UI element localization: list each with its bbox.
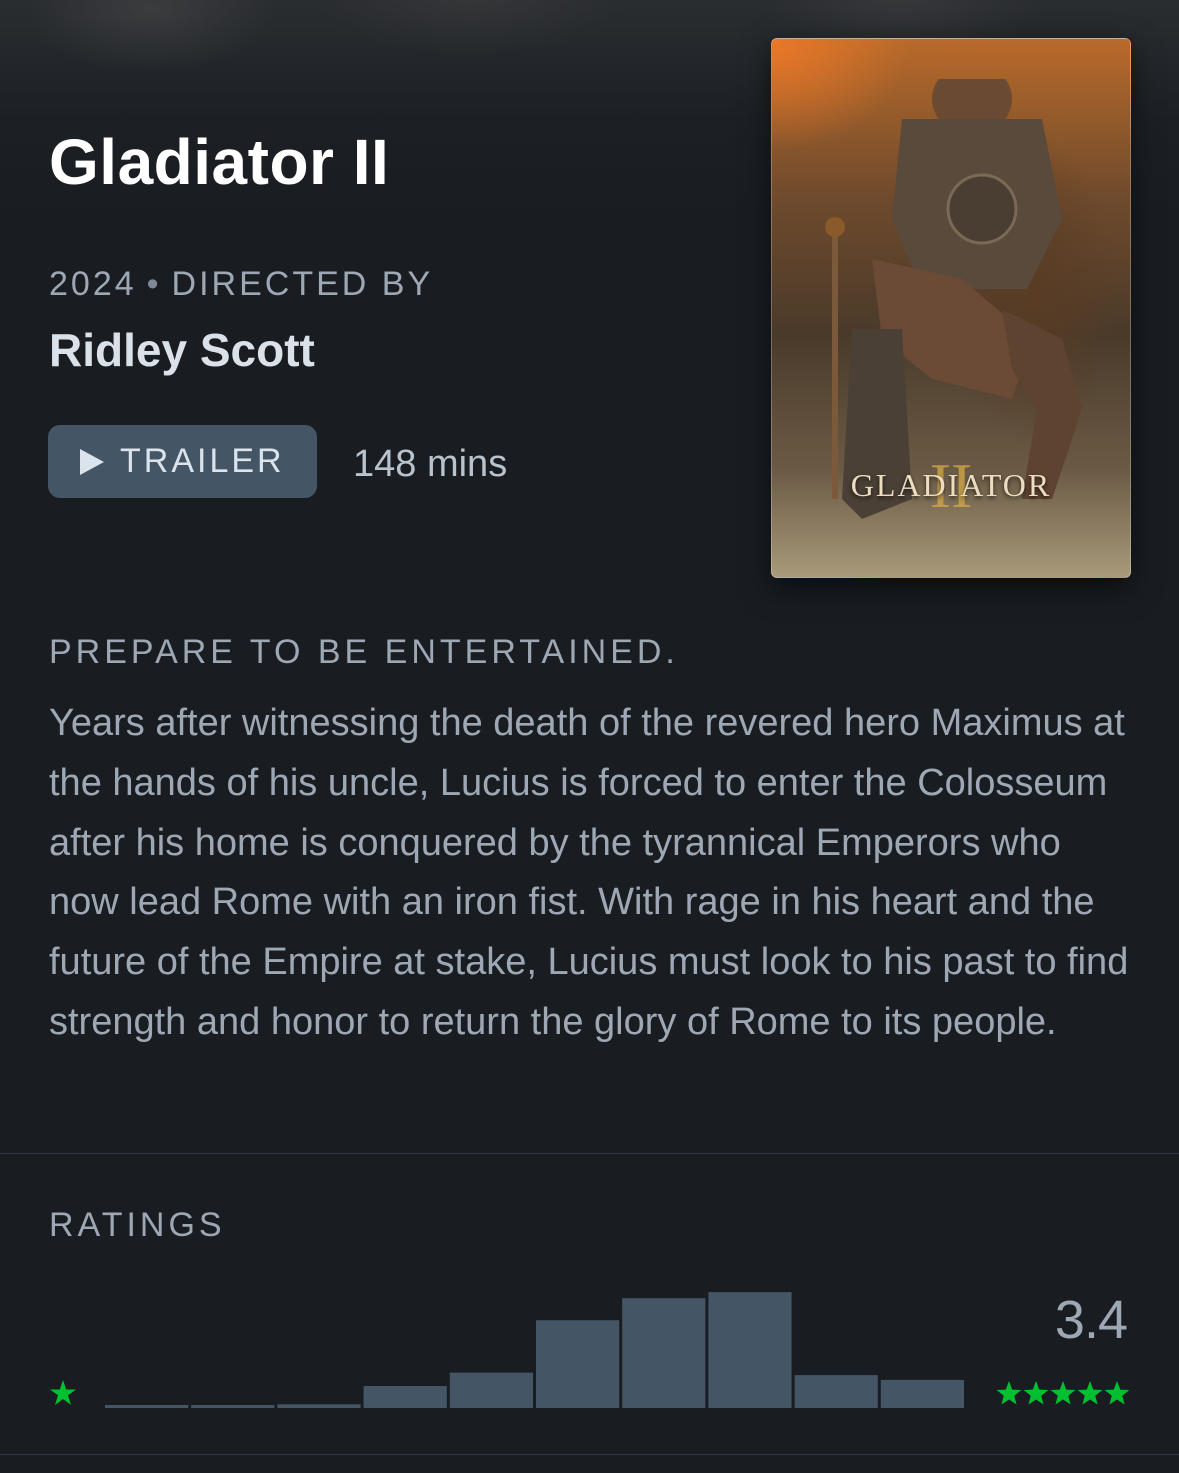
histogram-bar-2.5[interactable]	[449, 1372, 533, 1408]
separator-dot: •	[146, 265, 162, 303]
histogram-bar-4.5[interactable]	[794, 1375, 878, 1408]
five-stars-icon	[996, 1381, 1130, 1405]
histogram-bar-5[interactable]	[880, 1379, 964, 1408]
star-low-shape	[50, 1380, 76, 1405]
film-title: Gladiator II	[49, 126, 390, 198]
directed-by-label: DIRECTED BY	[171, 265, 434, 303]
poster-title: GLADIATOR	[850, 467, 1052, 503]
histogram-bar-2[interactable]	[363, 1386, 447, 1408]
tagline: PREPARE TO BE ENTERTAINED.	[49, 633, 679, 671]
play-icon	[80, 448, 104, 475]
synopsis: Years after witnessing the death of the …	[49, 702, 1129, 1043]
trailer-button[interactable]: TRAILER	[48, 425, 317, 498]
star-icon	[1104, 1381, 1130, 1405]
film-poster[interactable]: II GLADIATOR	[771, 38, 1131, 578]
histogram-bar-4[interactable]	[708, 1292, 792, 1408]
star-icon	[1050, 1381, 1076, 1405]
star-icon	[1023, 1381, 1049, 1405]
histogram-bar-3[interactable]	[536, 1320, 620, 1408]
ratings-heading: RATINGS	[49, 1206, 226, 1244]
runtime: 148 mins	[353, 443, 508, 485]
film-meta: 2024 • DIRECTED BY	[49, 264, 433, 304]
average-rating[interactable]: 3.4	[1000, 1290, 1128, 1350]
bottom-divider	[0, 1454, 1179, 1455]
histogram-bar-0.5[interactable]	[105, 1405, 189, 1408]
histogram-bar-1[interactable]	[191, 1405, 275, 1408]
release-year[interactable]: 2024	[49, 265, 137, 303]
director-name[interactable]: Ridley Scott	[49, 322, 315, 378]
star-icon	[996, 1381, 1022, 1405]
histogram-bar-3.5[interactable]	[622, 1298, 706, 1408]
star-icon	[1077, 1381, 1103, 1405]
histogram-bar-1.5[interactable]	[277, 1404, 361, 1408]
ratings-histogram[interactable]	[105, 1280, 967, 1408]
section-divider	[0, 1153, 1179, 1154]
trailer-label: TRAILER	[120, 442, 285, 480]
star-icon	[50, 1380, 76, 1405]
